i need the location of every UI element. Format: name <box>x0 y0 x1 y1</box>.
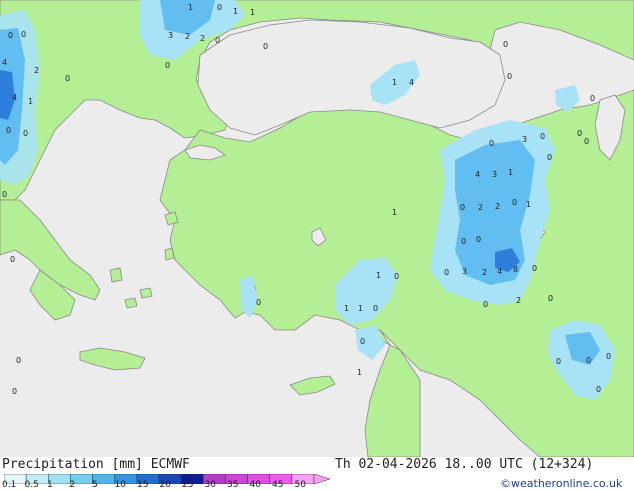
value-label: 3 <box>522 135 527 144</box>
legend-label: 0.5 <box>24 480 39 490</box>
legend-label: 2 <box>69 480 76 490</box>
legend-label: 45 <box>272 480 284 490</box>
value-label: 0 <box>23 129 28 138</box>
value-label: 0 <box>217 3 222 12</box>
value-label: 0 <box>6 126 11 135</box>
value-label: 3 <box>168 31 173 40</box>
value-label: 0 <box>360 337 365 346</box>
value-label: 2 <box>478 203 483 212</box>
value-label: 1 <box>250 8 255 17</box>
legend-label: 40 <box>249 480 261 490</box>
value-label: 1 <box>526 200 531 209</box>
value-label: 0 <box>65 74 70 83</box>
legend-label: 5 <box>92 480 98 490</box>
value-label: 0 <box>460 203 465 212</box>
value-label: 0 <box>483 300 488 309</box>
valid-time: Th 02-04-2026 18..00 UTC (12+324) <box>335 457 594 472</box>
title-left: Precipitation [mm] <box>2 457 143 472</box>
island-naxos <box>109 267 123 283</box>
value-label: 1 <box>358 304 363 313</box>
value-label: 1 <box>357 368 362 377</box>
value-label: 1 <box>376 271 381 280</box>
island-syros <box>124 297 138 309</box>
value-label: 1 <box>28 97 33 106</box>
value-label: 2 <box>34 66 39 75</box>
value-label: 0 <box>165 61 170 70</box>
value-label: 0 <box>503 40 508 49</box>
value-label: 0 <box>21 30 26 39</box>
value-label: 4 <box>409 78 414 87</box>
value-label: 8 <box>513 265 518 274</box>
value-label: 3 <box>462 267 467 276</box>
value-label: 0 <box>256 298 261 307</box>
value-label: 0 <box>12 387 17 396</box>
value-label: 0 <box>263 42 268 51</box>
value-label: 0 <box>2 190 7 199</box>
value-label: 1 <box>344 304 349 313</box>
precipitation-map: 1 1 103 2 2 0000 0424 100001 4003 00004 3 10 2 2 0 1100… <box>0 0 634 457</box>
value-label: 4 <box>497 267 502 276</box>
value-label: 0 <box>532 264 537 273</box>
value-label: 2 <box>200 34 205 43</box>
value-label: 0 <box>586 356 591 365</box>
legend-label: 15 <box>137 480 149 490</box>
legend-label: 20 <box>159 480 171 490</box>
value-label: 4 <box>12 93 17 102</box>
value-label: 0 <box>584 137 589 146</box>
island-samos <box>139 287 153 299</box>
model-name: ECMWF <box>150 457 190 472</box>
value-label: 0 <box>16 356 21 365</box>
legend-arrow <box>313 474 331 484</box>
value-label: 0 <box>596 385 601 394</box>
value-label: 0 <box>540 132 545 141</box>
value-label: 0 <box>476 235 481 244</box>
legend-label: 0.1 <box>2 480 17 490</box>
value-label: 0 <box>215 36 220 45</box>
value-label: 0 <box>606 352 611 361</box>
legend-label: 25 <box>182 480 194 490</box>
value-label: 0 <box>373 304 378 313</box>
value-label: 0 <box>461 237 466 246</box>
island-chios <box>164 247 175 261</box>
credit: ©weatheronline.co.uk <box>500 477 623 490</box>
value-label: 0 <box>556 357 561 366</box>
value-label: 2 <box>495 202 500 211</box>
value-label: 2 <box>185 32 190 41</box>
legend-label: 1 <box>47 480 53 490</box>
value-label: 1 <box>233 7 238 16</box>
legend-label: 35 <box>227 480 239 490</box>
value-label: 1 <box>392 78 397 87</box>
value-label: 2 <box>516 296 521 305</box>
value-label: 3 <box>492 170 497 179</box>
footer: Precipitation [mm] ECMWF Th 02-04-2026 1… <box>0 457 634 490</box>
value-label: 0 <box>512 198 517 207</box>
value-label: 1 <box>508 168 513 177</box>
value-label: 0 <box>10 255 15 264</box>
value-label: 2 <box>482 268 487 277</box>
value-label: 4 <box>475 170 480 179</box>
value-label: 4 <box>2 58 7 67</box>
value-label: 0 <box>8 31 13 40</box>
value-label: 0 <box>394 272 399 281</box>
legend-label: 30 <box>204 480 216 490</box>
value-label: 0 <box>547 153 552 162</box>
legend-label: 10 <box>114 480 126 490</box>
value-label: 1 <box>392 208 397 217</box>
value-label: 0 <box>577 129 582 138</box>
value-label: 0 <box>489 139 494 148</box>
value-label: 0 <box>444 268 449 277</box>
value-label: 0 <box>548 294 553 303</box>
legend-label: 50 <box>294 480 306 490</box>
value-label: 0 <box>507 72 512 81</box>
value-label: 0 <box>590 94 595 103</box>
value-label: 1 <box>188 3 193 12</box>
footer-title: Precipitation [mm] ECMWF <box>2 457 190 472</box>
